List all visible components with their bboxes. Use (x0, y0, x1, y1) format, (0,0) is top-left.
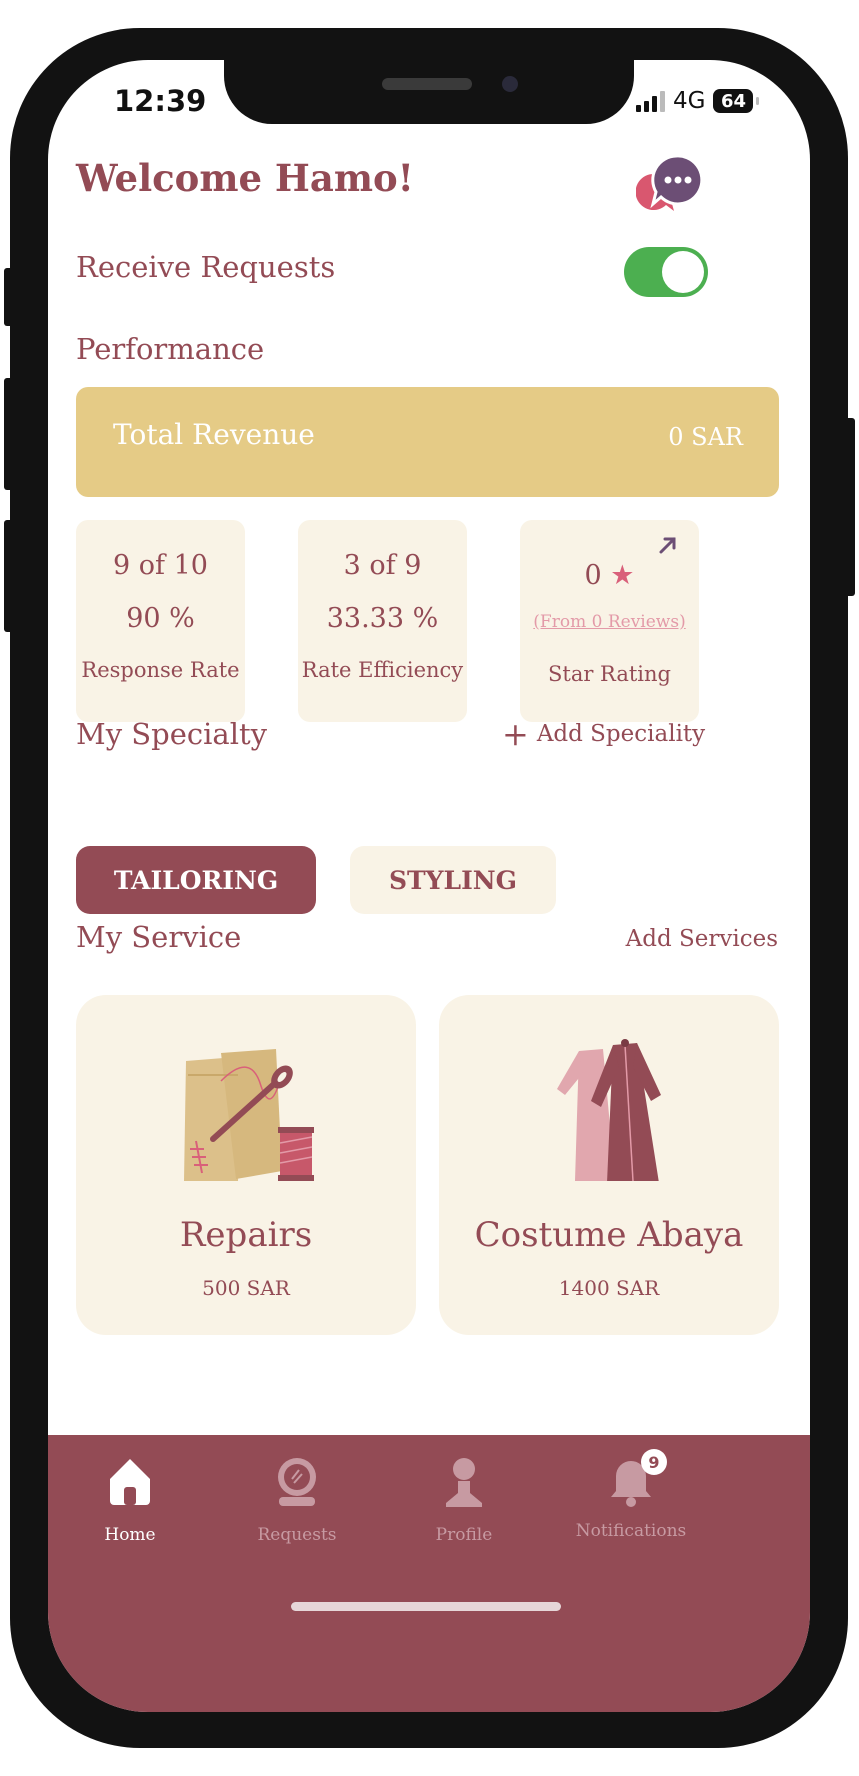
plus-icon: + (502, 715, 529, 753)
rate-efficiency-card: 3 of 9 33.33 % Rate Efficiency (298, 520, 467, 722)
tab-label: Requests (257, 1525, 337, 1545)
tab-requests[interactable]: Requests (222, 1453, 372, 1545)
mute-switch (4, 268, 14, 326)
rating-value-line: 0 ★ (520, 560, 699, 591)
person-icon (446, 1458, 482, 1507)
tab-notifications[interactable]: 9 Notifications (556, 1449, 706, 1541)
stat-label: Rate Efficiency (301, 658, 464, 682)
mirror-icon (278, 1458, 316, 1506)
service-card-costume-abaya[interactable]: Costume Abaya 1400 SAR (439, 995, 779, 1335)
star-rating-card[interactable]: 0 ★ (From 0 Reviews) Star Rating (520, 520, 699, 722)
chip-styling[interactable]: STYLING (350, 846, 556, 914)
toggle-knob (662, 251, 704, 293)
bell-icon-wrapper: 9 (603, 1449, 667, 1509)
notch (224, 60, 634, 124)
battery-icon: 64 (713, 89, 760, 113)
status-indicators: 4G 64 (636, 88, 760, 114)
stat-count: 3 of 9 (343, 550, 422, 581)
repairs-illustration (184, 1049, 314, 1181)
add-speciality-button[interactable]: + Add Speciality (502, 715, 706, 753)
service-name: Costume Abaya (474, 1215, 744, 1255)
status-time: 12:39 (114, 84, 207, 118)
bottom-tab-bar: Home Requests Profile 9 Notifications (48, 1435, 810, 1712)
service-price: 1400 SAR (558, 1276, 660, 1300)
abaya-illustration (557, 1039, 661, 1181)
notification-badge: 9 (641, 1449, 667, 1475)
add-speciality-label: Add Speciality (536, 721, 706, 747)
specialty-title: My Specialty (76, 717, 268, 751)
total-revenue-label: Total Revenue (113, 418, 315, 451)
speaker (382, 78, 472, 90)
arrow-up-right-icon[interactable] (657, 534, 679, 556)
stat-percent: 90 % (126, 603, 195, 634)
stat-count: 9 of 10 (113, 550, 208, 581)
home-icon (110, 1459, 150, 1505)
app-screen: 12:39 4G 64 Welcome Hamo! Receive Reques… (48, 60, 810, 1712)
response-rate-card: 9 of 10 90 % Response Rate (76, 520, 245, 722)
front-camera (502, 76, 518, 92)
chip-tailoring[interactable]: TAILORING (76, 846, 316, 914)
tab-profile[interactable]: Profile (389, 1453, 539, 1545)
add-services-button[interactable]: Add Services (626, 926, 778, 952)
stat-label: Star Rating (548, 662, 671, 686)
performance-title: Performance (76, 332, 265, 366)
tab-label: Notifications (575, 1521, 687, 1541)
stat-percent: 33.33 % (326, 603, 439, 634)
service-price: 500 SAR (202, 1276, 290, 1300)
signal-icon (636, 90, 665, 112)
chat-icon[interactable] (636, 152, 704, 216)
total-revenue-value: 0 SAR (668, 423, 743, 451)
receive-requests-toggle[interactable] (624, 247, 708, 297)
tab-label: Profile (435, 1525, 493, 1545)
stat-label: Response Rate (81, 658, 240, 682)
receive-requests-label: Receive Requests (76, 250, 336, 284)
volume-up-button (4, 378, 14, 490)
rating-value: 0 (584, 560, 602, 591)
tab-home[interactable]: Home (55, 1453, 205, 1545)
reviews-link[interactable]: (From 0 Reviews) (520, 612, 699, 632)
service-title: My Service (76, 920, 242, 954)
power-button (845, 418, 855, 596)
service-card-repairs[interactable]: Repairs 500 SAR (76, 995, 416, 1335)
service-name: Repairs (179, 1215, 313, 1255)
total-revenue-card: Total Revenue 0 SAR (76, 387, 779, 497)
welcome-title: Welcome Hamo! (76, 156, 414, 200)
star-icon: ★ (610, 560, 635, 591)
home-indicator (291, 1602, 561, 1611)
volume-down-button (4, 520, 14, 632)
network-label: 4G (673, 88, 706, 114)
tab-label: Home (104, 1525, 156, 1545)
